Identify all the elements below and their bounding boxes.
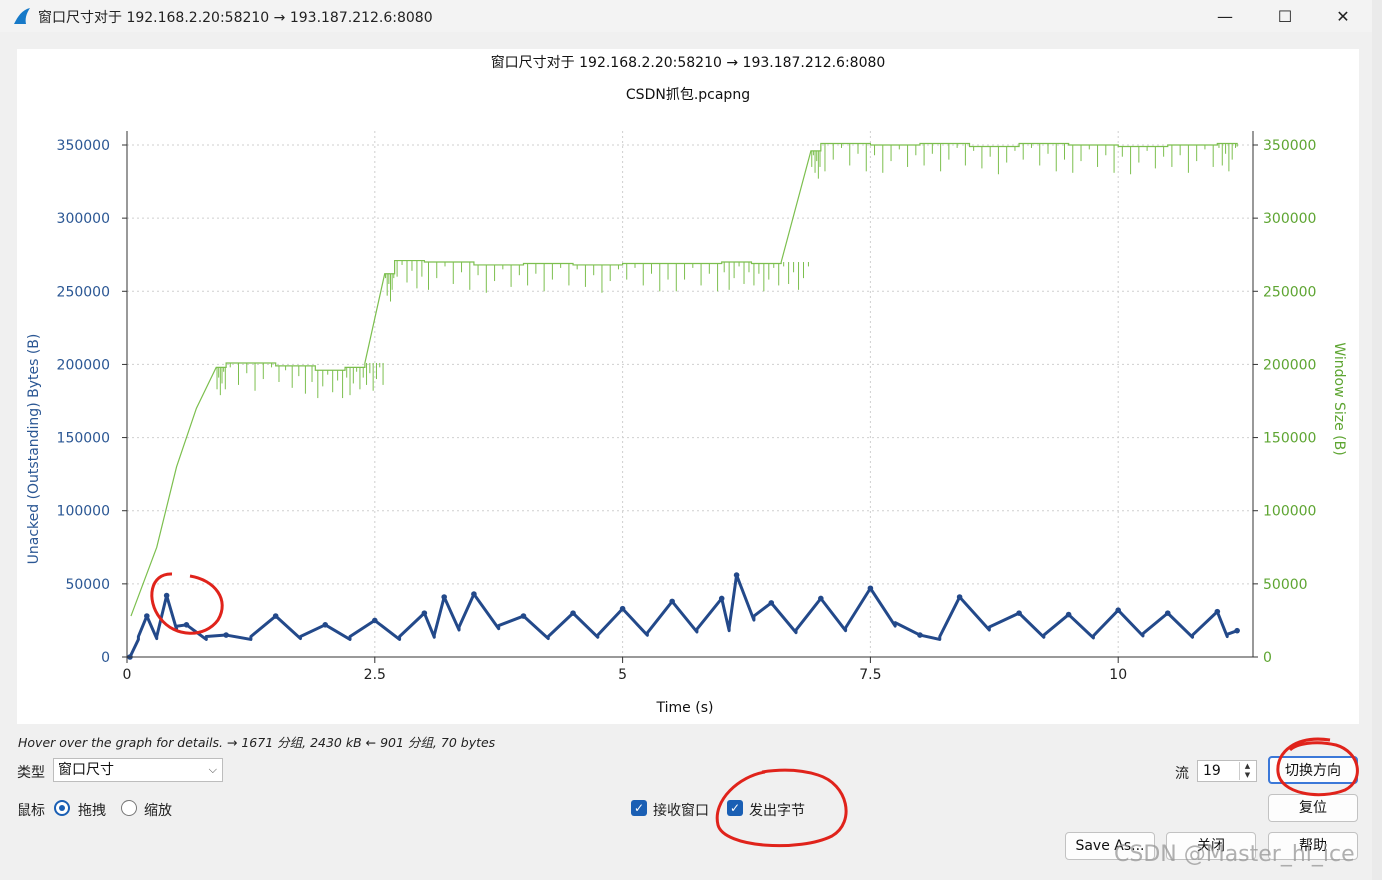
unacked-bytes-point [956,594,963,600]
x-tick-label: 0 [123,667,132,683]
stream-spinbox[interactable]: 19 ▲ ▼ [1197,760,1257,782]
spin-up-icon[interactable]: ▲ [1239,762,1255,771]
unacked-bytes-point [619,605,626,612]
mouse-label: 鼠标 [17,803,45,819]
minimize-button[interactable]: — [1202,0,1248,32]
drag-label: 拖拽 [78,803,106,819]
y-axis-right-label: Window Size (B) [1331,342,1347,455]
window-size-line [130,142,1238,617]
y-right-tick-label: 350000 [1263,138,1316,154]
wireshark-fin-icon [14,8,30,24]
chart-title: 窗口尺寸对于 192.168.2.20:58210 → 193.187.212.… [491,54,886,71]
dialog-window: 窗口尺寸对于 192.168.2.20:58210 → 193.187.212.… [0,0,1373,880]
y-left-tick-label: 50000 [65,577,110,593]
unacked-bytes-point [768,600,775,606]
y-right-tick-label: 100000 [1263,504,1316,520]
drag-radio[interactable] [54,800,70,816]
unacked-bytes-point [718,595,725,602]
unacked-bytes-point [570,610,576,616]
unacked-bytes-point [272,613,279,619]
unacked-bytes-point [1164,610,1171,616]
unacked-bytes-point [669,598,675,605]
spin-down-icon[interactable]: ▼ [1239,771,1255,780]
unacked-bytes-point [733,572,740,578]
window-title: 窗口尺寸对于 192.168.2.20:58210 → 193.187.212.… [38,10,433,26]
unacked-bytes-point [223,632,229,638]
y-left-tick-label: 250000 [57,284,110,300]
unacked-bytes-point [867,585,874,592]
y-right-tick-label: 50000 [1263,577,1308,593]
unacked-bytes-point [818,595,824,602]
unacked-bytes-point [471,591,477,597]
chart-subtitle: CSDN抓包.pcapng [626,87,750,103]
y-left-tick-label: 0 [101,650,110,666]
unacked-bytes-point [371,617,378,624]
x-axis-label: Time (s) [656,700,714,716]
stream-value: 19 [1203,763,1221,779]
type-label: 类型 [17,765,45,781]
unacked-bytes-series [127,572,1240,660]
close-window-button[interactable]: ✕ [1320,0,1366,32]
recv-window-checkbox[interactable]: ✓ [631,800,647,816]
watermark: CSDN @Master_hl_ice [1114,842,1355,867]
background-window-edge [1372,0,1382,880]
bytes-out-checkbox[interactable]: ✓ [727,800,743,816]
y-left-tick-label: 100000 [57,504,110,520]
y-left-tick-label: 150000 [57,431,110,447]
y-right-tick-label: 0 [1263,650,1272,666]
x-tick-label: 10 [1109,667,1127,683]
unacked-bytes-point [520,613,527,619]
switch-direction-button[interactable]: 切换方向 [1268,756,1358,784]
zoom-radio[interactable] [121,800,137,816]
unacked-bytes-point [421,610,428,616]
window-size-series [130,142,1238,617]
y-left-tick-label: 300000 [57,211,110,227]
stream-label: 流 [1175,766,1189,782]
window-size-chart[interactable]: 0 2.5 5 7.5 100 050000 50000100000 100000150000… [17,49,1359,724]
graph-area[interactable]: 0 2.5 5 7.5 10 0 0 50000 50000 100000 100000 150000… [17,49,1359,724]
y-left-tick-label: 350000 [57,138,110,154]
grid [126,131,1253,658]
unacked-bytes-point [322,622,329,628]
unacked-bytes-point [441,594,447,600]
graph-type-select[interactable]: 窗口尺寸 ⌵ [53,758,223,782]
y-axis-left-label: Unacked (Outstanding) Bytes (B) [26,334,42,565]
maximize-button[interactable]: ☐ [1262,0,1308,32]
recv-window-label: 接收窗口 [653,803,709,819]
title-bar[interactable]: 窗口尺寸对于 192.168.2.20:58210 → 193.187.212.… [0,0,1372,32]
unacked-bytes-point [1214,608,1221,615]
unacked-bytes-point [1016,610,1022,616]
unacked-bytes-point [1234,627,1240,634]
zoom-label: 缩放 [144,803,172,819]
unacked-bytes-point [917,632,923,638]
reset-button[interactable]: 复位 [1268,794,1358,822]
y-right-tick-label: 300000 [1263,211,1316,227]
status-hint: Hover over the graph for details. → 1671… [18,735,496,750]
chevron-down-icon: ⌵ [208,763,217,776]
unacked-bytes-point [183,622,190,628]
axes: 0 2.5 5 7.5 100 050000 50000100000 100000150000… [57,131,1316,683]
y-right-tick-label: 250000 [1263,284,1316,300]
x-tick-label: 2.5 [364,667,386,683]
unacked-bytes-point [1115,607,1121,613]
unacked-bytes-point [1065,611,1072,618]
unacked-bytes-point [144,613,150,619]
unacked-bytes-line [128,573,1238,658]
x-tick-label: 7.5 [859,667,881,683]
y-right-tick-label: 200000 [1263,357,1316,373]
y-right-tick-label: 150000 [1263,431,1316,447]
graph-type-value: 窗口尺寸 [58,762,114,778]
bytes-out-label: 发出字节 [749,803,805,819]
unacked-bytes-point [163,592,170,599]
x-tick-label: 5 [618,667,627,683]
y-left-tick-label: 200000 [57,357,110,373]
